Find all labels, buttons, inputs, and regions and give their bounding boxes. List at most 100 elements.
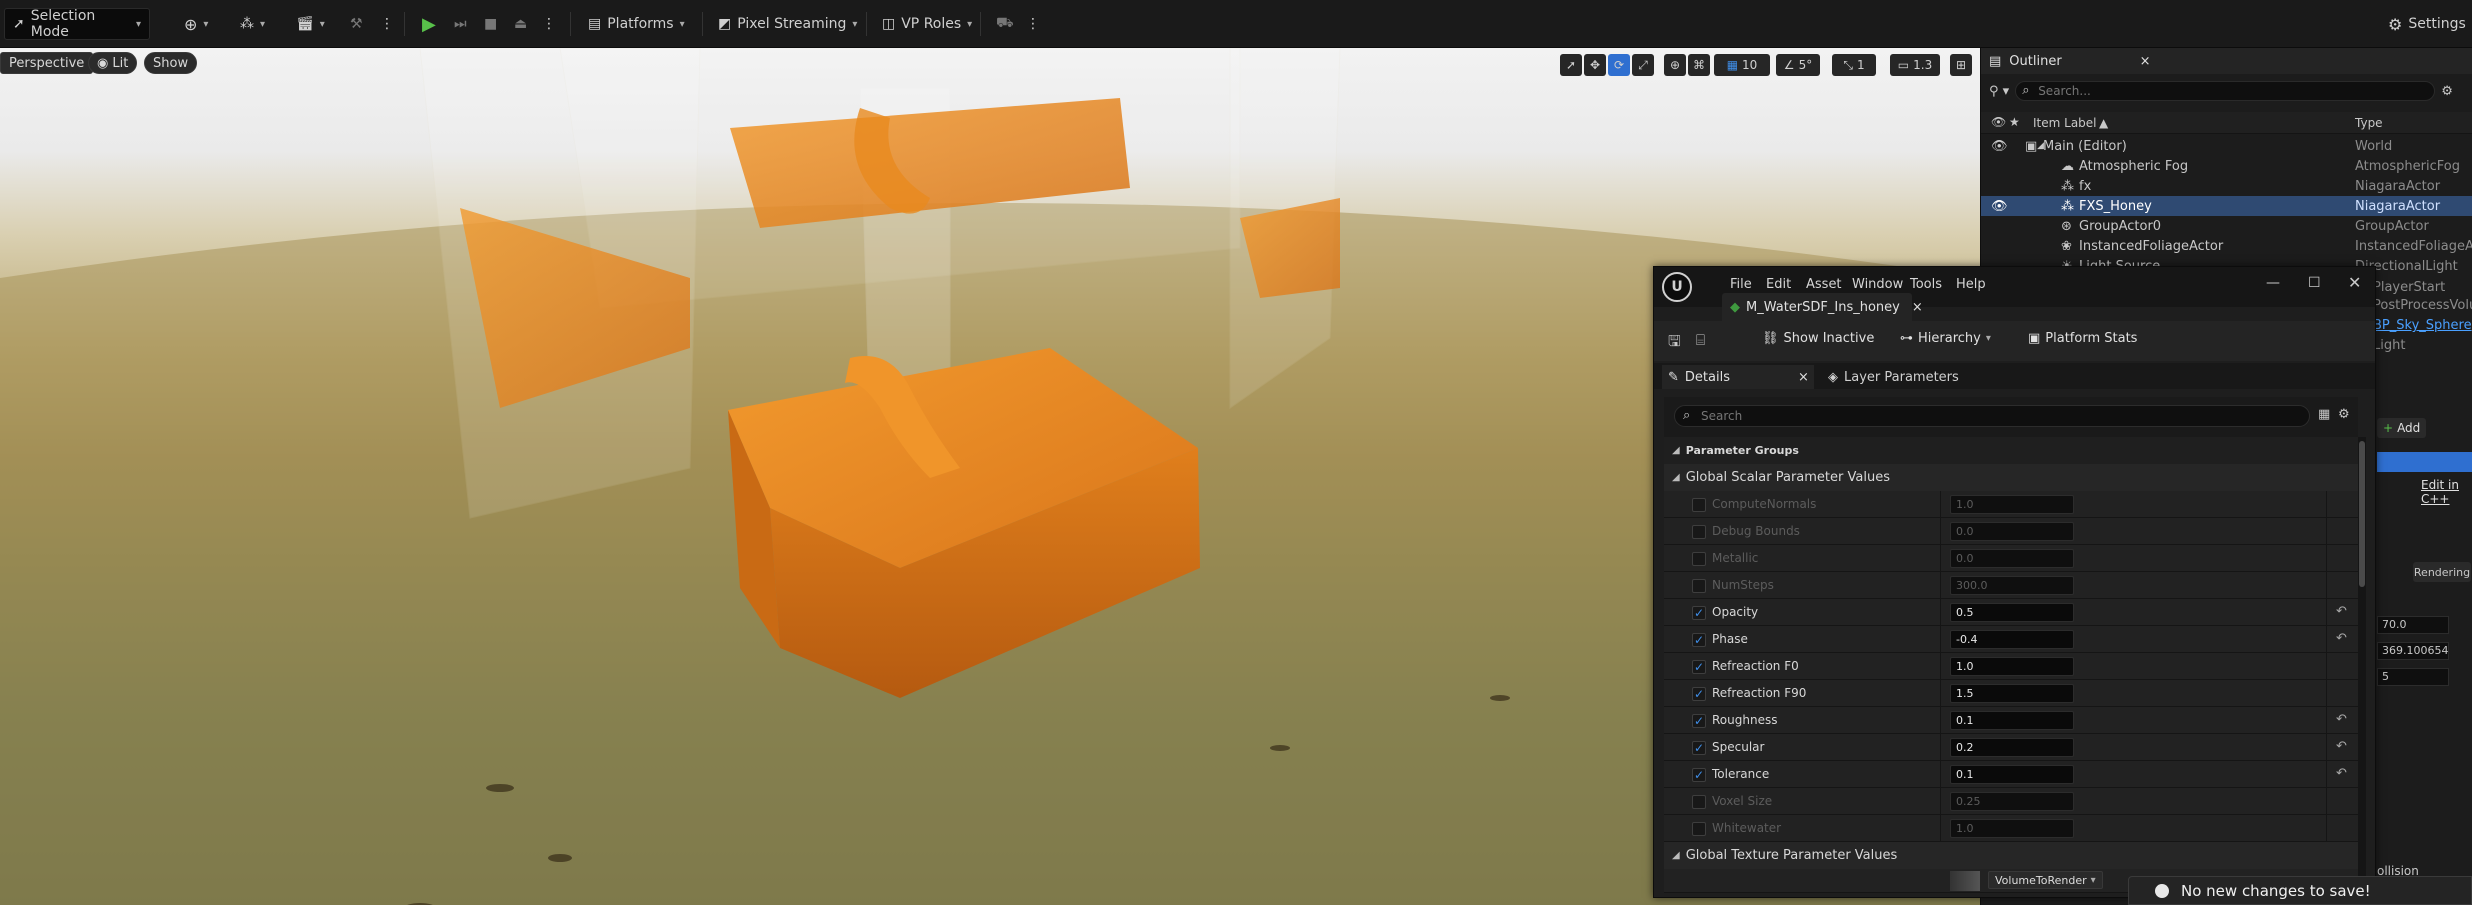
outliner-row[interactable]: 👁︎ ◢ ▣ Main (Editor) World bbox=[1981, 136, 2472, 156]
parameter-value-field[interactable]: -0.4 bbox=[1950, 630, 2074, 649]
source-control-button[interactable]: ⛟ bbox=[988, 8, 1022, 40]
outliner-row[interactable]: ⁂ fx NiagaraActor bbox=[1981, 176, 2472, 196]
outliner-tab[interactable]: ▤ Outliner × bbox=[1981, 48, 2472, 74]
parameter-value-field[interactable]: 1.5 bbox=[1950, 684, 2074, 703]
close-window-icon[interactable]: ✕ bbox=[2348, 273, 2361, 292]
toolbar-overflow-button[interactable]: ⋮ bbox=[1018, 8, 1048, 40]
parameter-value-field[interactable]: 1.0 bbox=[1950, 495, 2074, 514]
viewport-show-button[interactable]: Show bbox=[144, 52, 198, 74]
menu-window[interactable]: Window bbox=[1852, 277, 1903, 292]
override-checkbox[interactable] bbox=[1692, 525, 1706, 539]
details-settings-icon[interactable]: ⚙ bbox=[2338, 407, 2350, 422]
pixel-streaming-dropdown[interactable]: ◩ Pixel Streaming ▾ bbox=[710, 8, 865, 40]
scale-tool-button[interactable]: ⤢ bbox=[1632, 54, 1654, 76]
browse-icon[interactable]: ⌸ bbox=[1696, 331, 1705, 349]
outliner-settings-icon[interactable]: ⚙ bbox=[2441, 84, 2453, 99]
parameter-value-field[interactable]: 0.5 bbox=[1950, 603, 2074, 622]
vp-roles-dropdown[interactable]: ◫ VP Roles ▾ bbox=[874, 8, 980, 40]
blueprints-button[interactable]: ⁂ ▾ bbox=[232, 8, 273, 40]
scrollbar-thumb[interactable] bbox=[2359, 441, 2365, 587]
angle-snap-button[interactable]: ∠ 5° bbox=[1776, 54, 1820, 76]
parameter-value-field[interactable]: 0.1 bbox=[1950, 711, 2074, 730]
parameter-value-field[interactable]: 0.25 bbox=[1950, 792, 2074, 811]
parameter-value-field[interactable]: 1.0 bbox=[1950, 819, 2074, 838]
close-icon[interactable]: × bbox=[1798, 370, 1809, 385]
build-button[interactable]: ⚒ bbox=[342, 8, 371, 40]
scalar-group-header[interactable]: ◢ Global Scalar Parameter Values bbox=[1664, 464, 2358, 491]
menu-tools[interactable]: Tools bbox=[1910, 277, 1942, 292]
scale-snap-button[interactable]: ⤡ 1 bbox=[1832, 54, 1876, 76]
mi-asset-tab[interactable]: ◆ M_WaterSDF_Ins_honey × bbox=[1722, 293, 1923, 321]
visibility-eye-icon[interactable]: 👁︎ bbox=[1991, 199, 2008, 214]
stop-button[interactable]: ■ bbox=[476, 8, 505, 40]
reset-to-default-icon[interactable]: ↶ bbox=[2336, 631, 2347, 646]
override-checkbox[interactable] bbox=[1692, 579, 1706, 593]
eject-button[interactable]: ⏏ bbox=[506, 8, 535, 40]
menu-help[interactable]: Help bbox=[1956, 277, 1986, 292]
outliner-row[interactable]: ⊛ GroupActor0 GroupActor bbox=[1981, 216, 2472, 236]
reset-to-default-icon[interactable]: ↶ bbox=[2336, 604, 2347, 619]
advance-frame-button[interactable]: ⏭ bbox=[446, 8, 475, 40]
show-inactive-button[interactable]: ⛓ Show Inactive bbox=[1762, 331, 1874, 346]
override-checkbox[interactable]: ✓ bbox=[1692, 606, 1706, 620]
selected-component-bar[interactable] bbox=[2377, 452, 2472, 472]
layer-parameters-tab[interactable]: ◈ Layer Parameters bbox=[1822, 365, 1959, 389]
toolbar-more-button[interactable]: ⋮ bbox=[372, 8, 402, 40]
save-icon[interactable]: 🖫︎ bbox=[1668, 331, 1681, 356]
surface-snap-button[interactable]: ⌘ bbox=[1688, 54, 1710, 76]
parameter-value-field[interactable]: 0.0 bbox=[1950, 549, 2074, 568]
menu-asset[interactable]: Asset bbox=[1806, 277, 1842, 292]
settings-button[interactable]: ⚙ Settings bbox=[2380, 8, 2472, 40]
outliner-row[interactable]: ☁ Atmospheric Fog AtmosphericFog bbox=[1981, 156, 2472, 176]
override-checkbox[interactable]: ✓ bbox=[1692, 687, 1706, 701]
reset-to-default-icon[interactable]: ↶ bbox=[2336, 766, 2347, 781]
play-options-button[interactable]: ⋮ bbox=[534, 8, 564, 40]
parameter-value-field[interactable]: 0.0 bbox=[1950, 522, 2074, 541]
table-view-icon[interactable]: ▦ bbox=[2318, 407, 2330, 422]
type-column[interactable]: Type bbox=[2355, 116, 2383, 130]
platforms-dropdown[interactable]: ▤ Platforms ▾ bbox=[580, 8, 693, 40]
filter-icon[interactable]: ⚲ ▾ bbox=[1989, 84, 2009, 99]
override-checkbox[interactable]: ✓ bbox=[1692, 714, 1706, 728]
visibility-eye-icon[interactable]: 👁︎ bbox=[1991, 139, 2008, 154]
rendering-filter-tab[interactable]: Rendering bbox=[2413, 562, 2471, 582]
rotate-tool-button[interactable]: ⟳ bbox=[1608, 54, 1630, 76]
viewport-lit-button[interactable]: ◉ Lit bbox=[88, 52, 138, 74]
parameter-value-field[interactable]: 0.2 bbox=[1950, 738, 2074, 757]
parameter-value-field[interactable]: 0.1 bbox=[1950, 765, 2074, 784]
add-content-button[interactable]: ⊕ ▾ bbox=[176, 8, 216, 40]
parameter-value-field[interactable]: 1.0 bbox=[1950, 657, 2074, 676]
parameter-groups-header[interactable]: ◢ Parameter Groups bbox=[1664, 437, 2358, 464]
reset-to-default-icon[interactable]: ↶ bbox=[2336, 712, 2347, 727]
override-checkbox[interactable]: ✓ bbox=[1692, 633, 1706, 647]
override-checkbox[interactable] bbox=[1692, 552, 1706, 566]
grid-snap-button[interactable]: ▦ 10 bbox=[1714, 54, 1770, 76]
override-checkbox[interactable] bbox=[1692, 498, 1706, 512]
camera-speed-button[interactable]: ▭ 1.3 bbox=[1890, 54, 1940, 76]
texture-group-header[interactable]: ◢ Global Texture Parameter Values bbox=[1664, 842, 2358, 869]
override-checkbox[interactable] bbox=[1692, 822, 1706, 836]
outliner-row[interactable]: ❀ InstancedFoliageActor InstancedFoliageAc… bbox=[1981, 236, 2472, 256]
reset-to-default-icon[interactable]: ↶ bbox=[2336, 739, 2347, 754]
details-search-input[interactable] bbox=[1701, 408, 2301, 424]
transform-field-3[interactable]: 5 bbox=[2377, 668, 2449, 686]
details-tab[interactable]: ✎ Details × bbox=[1662, 365, 1814, 389]
override-checkbox[interactable]: ✓ bbox=[1692, 741, 1706, 755]
selection-mode-dropdown[interactable]: ➚ Selection Mode ▾ bbox=[4, 8, 150, 40]
menu-file[interactable]: File bbox=[1730, 277, 1752, 292]
override-checkbox[interactable] bbox=[1692, 795, 1706, 809]
override-checkbox[interactable]: ✓ bbox=[1692, 768, 1706, 782]
transform-field-2[interactable]: 369.100654 bbox=[2377, 642, 2449, 660]
override-checkbox[interactable]: ✓ bbox=[1692, 660, 1706, 674]
cinematics-button[interactable]: 🎬︎ ▾ bbox=[288, 8, 333, 40]
menu-edit[interactable]: Edit bbox=[1766, 277, 1791, 292]
translate-tool-button[interactable]: ✥ bbox=[1584, 54, 1606, 76]
details-scrollbar[interactable] bbox=[2358, 437, 2366, 893]
hierarchy-dropdown[interactable]: ⊶ Hierarchy ▾ bbox=[1900, 331, 1991, 346]
minimize-icon[interactable]: — bbox=[2266, 275, 2280, 291]
close-icon[interactable]: × bbox=[2140, 54, 2151, 69]
parameter-value-field[interactable]: 300.0 bbox=[1950, 576, 2074, 595]
platform-stats-button[interactable]: ▣ Platform Stats bbox=[2028, 331, 2137, 346]
outliner-row[interactable]: 👁︎ ⁂ FXS_Honey NiagaraActor bbox=[1981, 196, 2472, 216]
viewport-perspective-button[interactable]: Perspective bbox=[0, 52, 94, 74]
